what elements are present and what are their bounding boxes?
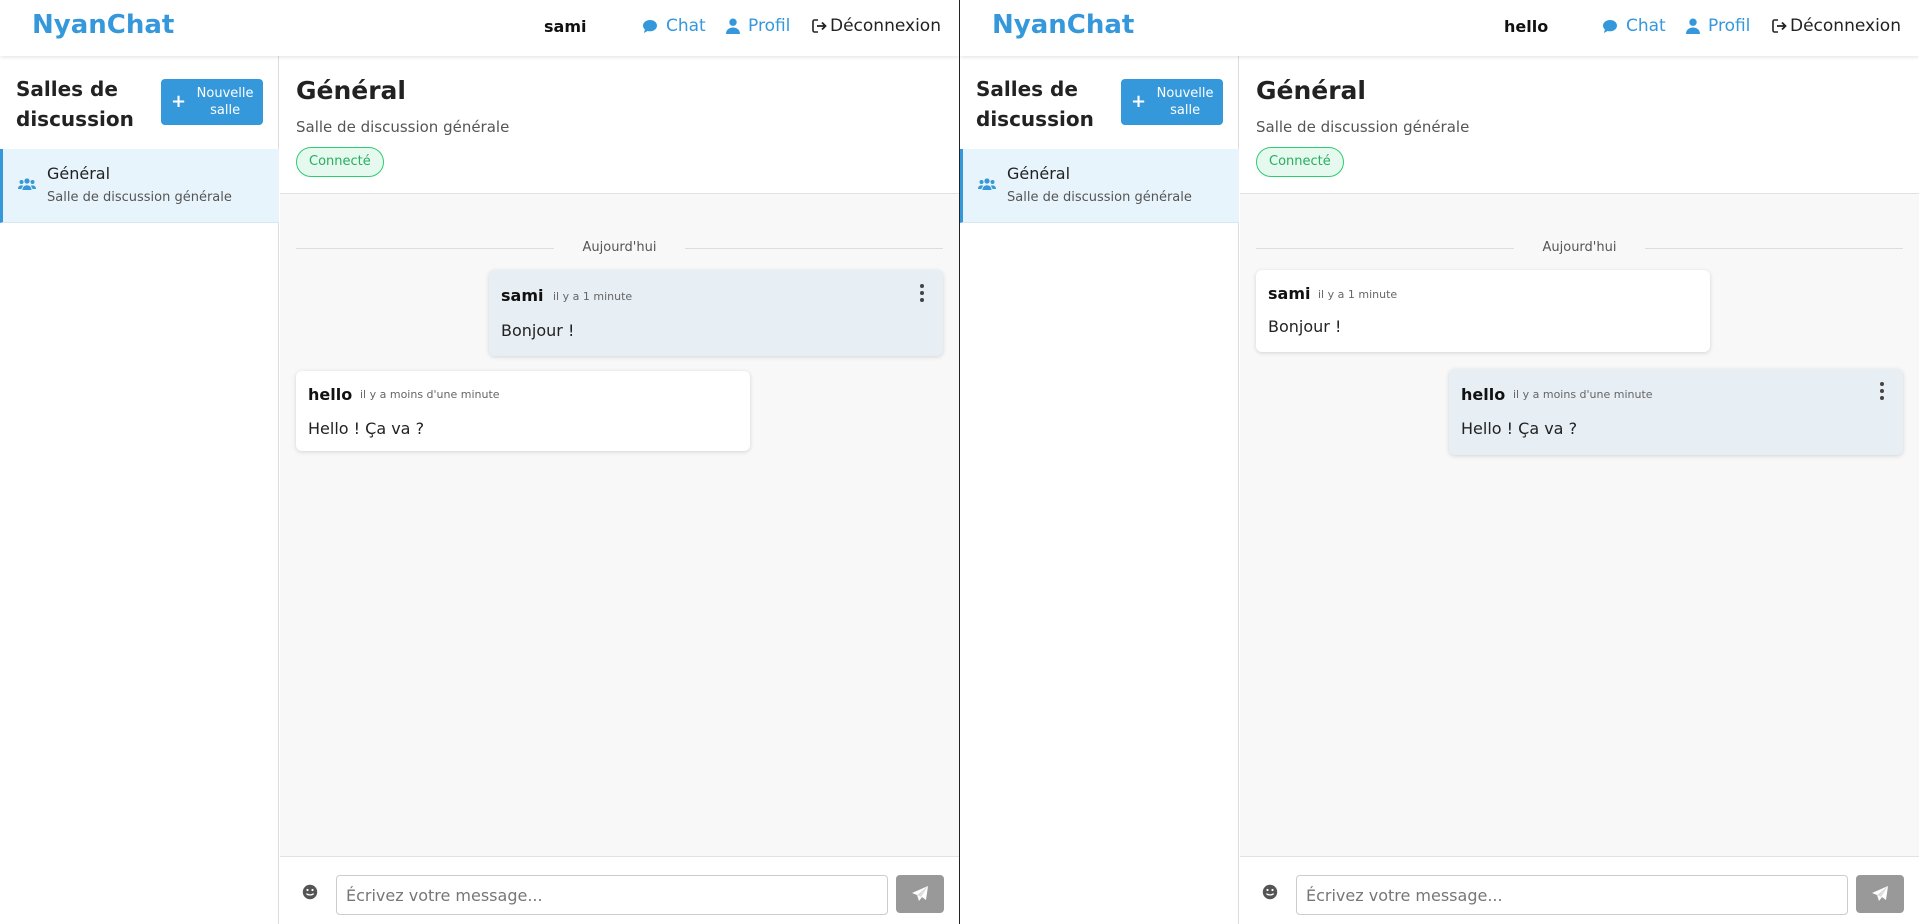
browser-pane-left: NyanChat sami Chat Profil Déconnexion Sa… [0,0,959,924]
nav-link-logout[interactable]: Déconnexion [1772,16,1901,36]
paper-plane-icon [912,886,928,901]
user-icon [1686,18,1700,34]
day-separator-label: Aujourd'hui [1542,240,1617,255]
sidebar-title: Salles de discussion [976,77,1094,131]
message-author: sami [1268,284,1311,303]
message-author: sami [501,286,544,305]
new-room-button[interactable]: + Nouvelle salle [1121,79,1223,125]
plus-icon: + [1131,91,1147,112]
nav-username: hello [1504,17,1549,36]
room-subtitle: Salle de discussion générale [1256,118,1470,136]
message-time: il y a 1 minute [1318,288,1398,301]
room-subtitle: Salle de discussion générale [296,118,510,136]
room-description: Salle de discussion générale [47,190,232,205]
navbar: NyanChat sami Chat Profil Déconnexion [0,0,959,56]
connection-status-badge: Connecté [1256,147,1344,177]
send-button[interactable] [896,875,944,913]
message-author: hello [1461,385,1506,404]
users-icon [18,178,36,190]
send-button[interactable] [1856,875,1904,913]
chat-area: Général Salle de discussion générale Con… [280,56,959,924]
sign-out-icon [812,19,827,33]
brand-logo[interactable]: NyanChat [32,10,174,40]
message-other: sami il y a 1 minute Bonjour ! [1256,270,1710,352]
room-item-general[interactable]: Général Salle de discussion générale [0,149,279,223]
chat-header: Général Salle de discussion générale Con… [280,56,959,194]
browser-pane-right: NyanChat hello Chat Profil Déconnexion S… [960,0,1919,924]
day-separator-label: Aujourd'hui [582,240,657,255]
room-description: Salle de discussion générale [1007,190,1192,205]
message-menu-icon[interactable] [915,282,929,304]
sign-out-icon [1772,19,1787,33]
smiley-icon[interactable] [302,884,318,900]
user-icon [726,18,740,34]
message-text: Bonjour ! [501,321,575,340]
nav-link-chat[interactable]: Chat [642,16,706,36]
nav-link-chat-label: Chat [1626,16,1666,36]
message-author: hello [308,385,353,404]
connection-status-badge: Connecté [296,147,384,177]
brand-logo[interactable]: NyanChat [992,10,1134,40]
room-title: Général [1256,76,1366,105]
rooms-sidebar: Salles de discussion + Nouvelle salle Gé… [0,56,279,924]
users-icon [978,178,996,190]
message-own: hello il y a moins d'une minute Hello ! … [1449,369,1903,455]
message-composer [1240,856,1919,924]
plus-icon: + [171,91,187,112]
message-text: Bonjour ! [1268,317,1342,336]
message-time: il y a 1 minute [553,290,633,303]
message-other: hello il y a moins d'une minute Hello ! … [296,371,750,451]
paper-plane-icon [1872,886,1888,901]
message-input[interactable] [1296,875,1848,915]
nav-link-profil-label: Profil [748,16,791,36]
chat-area: Général Salle de discussion générale Con… [1240,56,1919,924]
rooms-sidebar: Salles de discussion + Nouvelle salle Gé… [960,56,1239,924]
room-title: Général [296,76,406,105]
chat-bubble-icon [1603,19,1617,33]
new-room-button-label: Nouvelle salle [1156,86,1214,118]
message-time: il y a moins d'une minute [1513,388,1653,401]
nav-username: sami [544,17,587,36]
room-name: Général [47,164,111,183]
smiley-icon[interactable] [1262,884,1278,900]
day-separator: Aujourd'hui [296,240,943,256]
navbar: NyanChat hello Chat Profil Déconnexion [960,0,1919,56]
new-room-button[interactable]: + Nouvelle salle [161,79,263,125]
nav-link-chat-label: Chat [666,16,706,36]
room-item-general[interactable]: Général Salle de discussion générale [960,149,1239,223]
nav-link-logout-label: Déconnexion [1790,16,1901,36]
nav-link-chat[interactable]: Chat [1602,16,1666,36]
message-composer [280,856,959,924]
chat-header: Général Salle de discussion générale Con… [1240,56,1919,194]
message-own: sami il y a 1 minute Bonjour ! [489,270,943,356]
message-text: Hello ! Ça va ? [308,419,425,438]
message-time: il y a moins d'une minute [360,388,500,401]
sidebar-title: Salles de discussion [16,77,134,131]
nav-link-profil[interactable]: Profil [726,16,790,36]
message-menu-icon[interactable] [1875,380,1889,402]
room-name: Général [1007,164,1071,183]
message-text: Hello ! Ça va ? [1461,419,1578,438]
message-input[interactable] [336,875,888,915]
chat-bubble-icon [643,19,657,33]
new-room-button-label: Nouvelle salle [196,86,254,118]
day-separator: Aujourd'hui [1256,240,1903,256]
nav-link-logout[interactable]: Déconnexion [812,16,941,36]
nav-link-profil-label: Profil [1708,16,1751,36]
nav-link-profil[interactable]: Profil [1686,16,1750,36]
nav-link-logout-label: Déconnexion [830,16,941,36]
